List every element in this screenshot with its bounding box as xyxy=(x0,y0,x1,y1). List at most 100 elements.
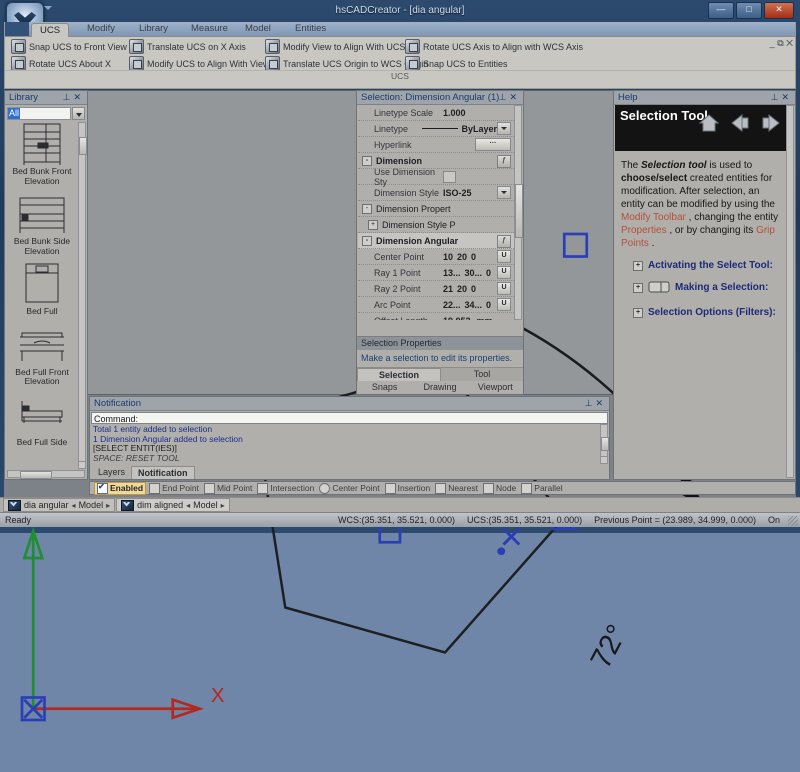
property-row-linetype[interactable]: Linetype ByLayer xyxy=(358,121,514,137)
tab-scroll-left-icon[interactable]: ◂ xyxy=(72,501,76,510)
mdi-minimize-button[interactable]: _ xyxy=(770,38,775,48)
property-value[interactable]: 10 20 0 U xyxy=(440,250,514,263)
pin-icon[interactable]: ⊥ xyxy=(585,398,596,408)
dimension-style-dropdown-icon[interactable] xyxy=(497,186,511,199)
property-row-center-point[interactable]: Center Point 10 20 0 U xyxy=(358,249,514,265)
property-row-arc-point[interactable]: Arc Point 22... 34... 0 U xyxy=(358,297,514,313)
tab-scroll-right-icon[interactable]: ▸ xyxy=(221,501,225,510)
close-icon[interactable]: ✕ xyxy=(509,92,520,102)
forward-arrow-icon[interactable] xyxy=(760,113,782,133)
snap-enabled-toggle[interactable]: Enabled xyxy=(94,481,147,495)
group-expander-icon[interactable]: - xyxy=(362,203,372,214)
property-value[interactable]: ISO-25 xyxy=(440,186,514,199)
property-group-dimension-style-props[interactable]: + Dimension Style P xyxy=(358,217,514,233)
scrollbar-thumb[interactable] xyxy=(601,437,609,451)
cmd-snap-ucs-front-view[interactable]: Snap UCS to Front View xyxy=(11,39,127,54)
tab-library[interactable]: Library xyxy=(131,22,176,36)
cmd-translate-ucs-on-x-axis[interactable]: Translate UCS on X Axis xyxy=(129,39,246,54)
tab-measure[interactable]: Measure xyxy=(183,22,236,36)
tab-selection[interactable]: Selection xyxy=(357,368,441,381)
property-group-dimension[interactable]: - Dimension ƒ xyxy=(358,153,514,169)
snap-mid-point[interactable]: Mid Point xyxy=(202,482,254,494)
tab-notification[interactable]: Notification xyxy=(131,466,195,479)
close-icon[interactable]: ✕ xyxy=(781,92,792,102)
checkbox-icon[interactable] xyxy=(97,482,108,494)
document-tab-dia-angular[interactable]: dia angular ◂ Model ▸ xyxy=(3,498,116,512)
tab-tool[interactable]: Tool xyxy=(441,368,523,381)
help-section-selection-options[interactable]: + Selection Options (Filters): xyxy=(615,306,787,319)
snap-nearest[interactable]: Nearest xyxy=(433,482,480,494)
property-value[interactable]: 1.000 xyxy=(440,108,514,118)
mdi-close-button[interactable]: ✕ xyxy=(786,38,793,48)
linetype-dropdown-icon[interactable] xyxy=(497,122,511,135)
home-icon[interactable] xyxy=(698,113,720,133)
property-row-ray2-point[interactable]: Ray 2 Point 21 20 0 U xyxy=(358,281,514,297)
maximize-button[interactable]: □ xyxy=(736,2,762,19)
use-dimension-style-checkbox[interactable] xyxy=(443,170,456,183)
cmd-snap-ucs-to-entities[interactable]: Snap UCS to Entities xyxy=(405,56,508,71)
tab-scroll-right-icon[interactable]: ▸ xyxy=(106,501,110,510)
snap-insertion[interactable]: Insertion xyxy=(383,482,433,494)
unit-button[interactable]: U xyxy=(497,266,511,279)
property-group-dimension-angular[interactable]: - Dimension Angular ƒ xyxy=(358,233,514,249)
help-vertical-scrollbar[interactable] xyxy=(786,105,794,478)
pin-icon[interactable]: ⊥ xyxy=(499,92,510,102)
back-arrow-icon[interactable] xyxy=(729,113,751,133)
property-value[interactable]: 19.052 mm xyxy=(440,316,514,321)
property-row-linetype-scale[interactable]: Linetype Scale 1.000 xyxy=(358,105,514,121)
selection-vertical-scrollbar[interactable] xyxy=(514,105,523,320)
cmd-rotate-ucs-about-x[interactable]: Rotate UCS About X xyxy=(11,56,111,71)
tab-entities[interactable]: Entities xyxy=(287,22,334,36)
expander-plus-icon[interactable]: + xyxy=(633,308,643,318)
snap-end-point[interactable]: End Point xyxy=(147,482,201,494)
fx-button[interactable]: ƒ xyxy=(497,235,511,248)
property-value[interactable]: 13... 30... 0 U xyxy=(440,266,514,279)
snap-center-point[interactable]: Center Point xyxy=(317,482,381,494)
cmd-rotate-ucs-axis-align-wcs[interactable]: Rotate UCS Axis to Align with WCS Axis xyxy=(405,39,583,54)
fx-button[interactable]: ƒ xyxy=(497,155,511,168)
group-expander-icon[interactable]: + xyxy=(368,219,378,230)
pin-icon[interactable]: ⊥ xyxy=(771,92,782,102)
help-section-activating-select-tool[interactable]: + Activating the Select Tool: xyxy=(615,259,787,272)
hyperlink-ellipsis-button[interactable]: ··· xyxy=(475,138,511,151)
tab-modify[interactable]: Modify xyxy=(79,22,123,36)
property-row-use-dimension-style[interactable]: Use Dimension Sty xyxy=(358,167,514,187)
property-value[interactable]: ··· xyxy=(440,138,514,151)
help-link-properties[interactable]: Properties xyxy=(621,225,667,236)
property-row-dimension-style[interactable]: Dimension Style ISO-25 xyxy=(358,185,514,201)
tab-model[interactable]: Model xyxy=(237,22,279,36)
property-value[interactable]: 22... 34... 0 U xyxy=(440,298,514,311)
mdi-restore-button[interactable]: ⧉ xyxy=(777,38,783,48)
cmd-modify-ucs-align-view[interactable]: Modify UCS to Align With View xyxy=(129,56,269,71)
tab-scroll-left-icon[interactable]: ◂ xyxy=(186,501,190,510)
unit-button[interactable]: U xyxy=(497,250,511,263)
tab-drawing[interactable]: Drawing xyxy=(412,381,467,394)
property-row-ray1-point[interactable]: Ray 1 Point 13... 30... 0 U xyxy=(358,265,514,281)
property-row-hyperlink[interactable]: Hyperlink ··· xyxy=(358,137,514,153)
minimize-button[interactable]: — xyxy=(708,2,734,19)
tab-layers[interactable]: Layers xyxy=(92,466,131,479)
tab-snaps[interactable]: Snaps xyxy=(357,381,412,394)
expander-plus-icon[interactable]: + xyxy=(633,261,643,271)
property-value[interactable] xyxy=(440,170,514,183)
property-value[interactable]: ByLayer xyxy=(419,122,514,135)
cmd-modify-view-align-ucs[interactable]: Modify View to Align With UCS xyxy=(265,39,405,54)
close-icon[interactable]: ✕ xyxy=(595,398,606,408)
snap-parallel[interactable]: Parallel xyxy=(519,482,564,494)
tab-viewport[interactable]: Viewport xyxy=(468,381,523,394)
log-scroll-down-button[interactable] xyxy=(600,456,608,464)
expander-plus-icon[interactable]: + xyxy=(633,283,643,293)
snap-node[interactable]: Node xyxy=(481,482,518,494)
group-expander-icon[interactable]: - xyxy=(362,155,372,166)
close-button[interactable]: ✕ xyxy=(764,2,794,19)
property-group-dimension-properties[interactable]: - Dimension Propert xyxy=(358,201,514,217)
property-row-offset-length[interactable]: Offset Length 19.052 mm xyxy=(358,313,514,321)
help-section-making-a-selection[interactable]: + Making a Selection: xyxy=(615,281,787,297)
scrollbar-thumb[interactable] xyxy=(515,184,523,238)
help-link-modify-toolbar[interactable]: Modify Toolbar xyxy=(621,212,686,223)
snap-intersection[interactable]: Intersection xyxy=(255,482,316,494)
document-tab-dim-aligned[interactable]: dim aligned ◂ Model ▸ xyxy=(116,498,230,512)
unit-button[interactable]: U xyxy=(497,298,511,311)
property-value[interactable]: 21 20 0 U xyxy=(440,282,514,295)
resize-grip-icon[interactable] xyxy=(788,516,798,526)
